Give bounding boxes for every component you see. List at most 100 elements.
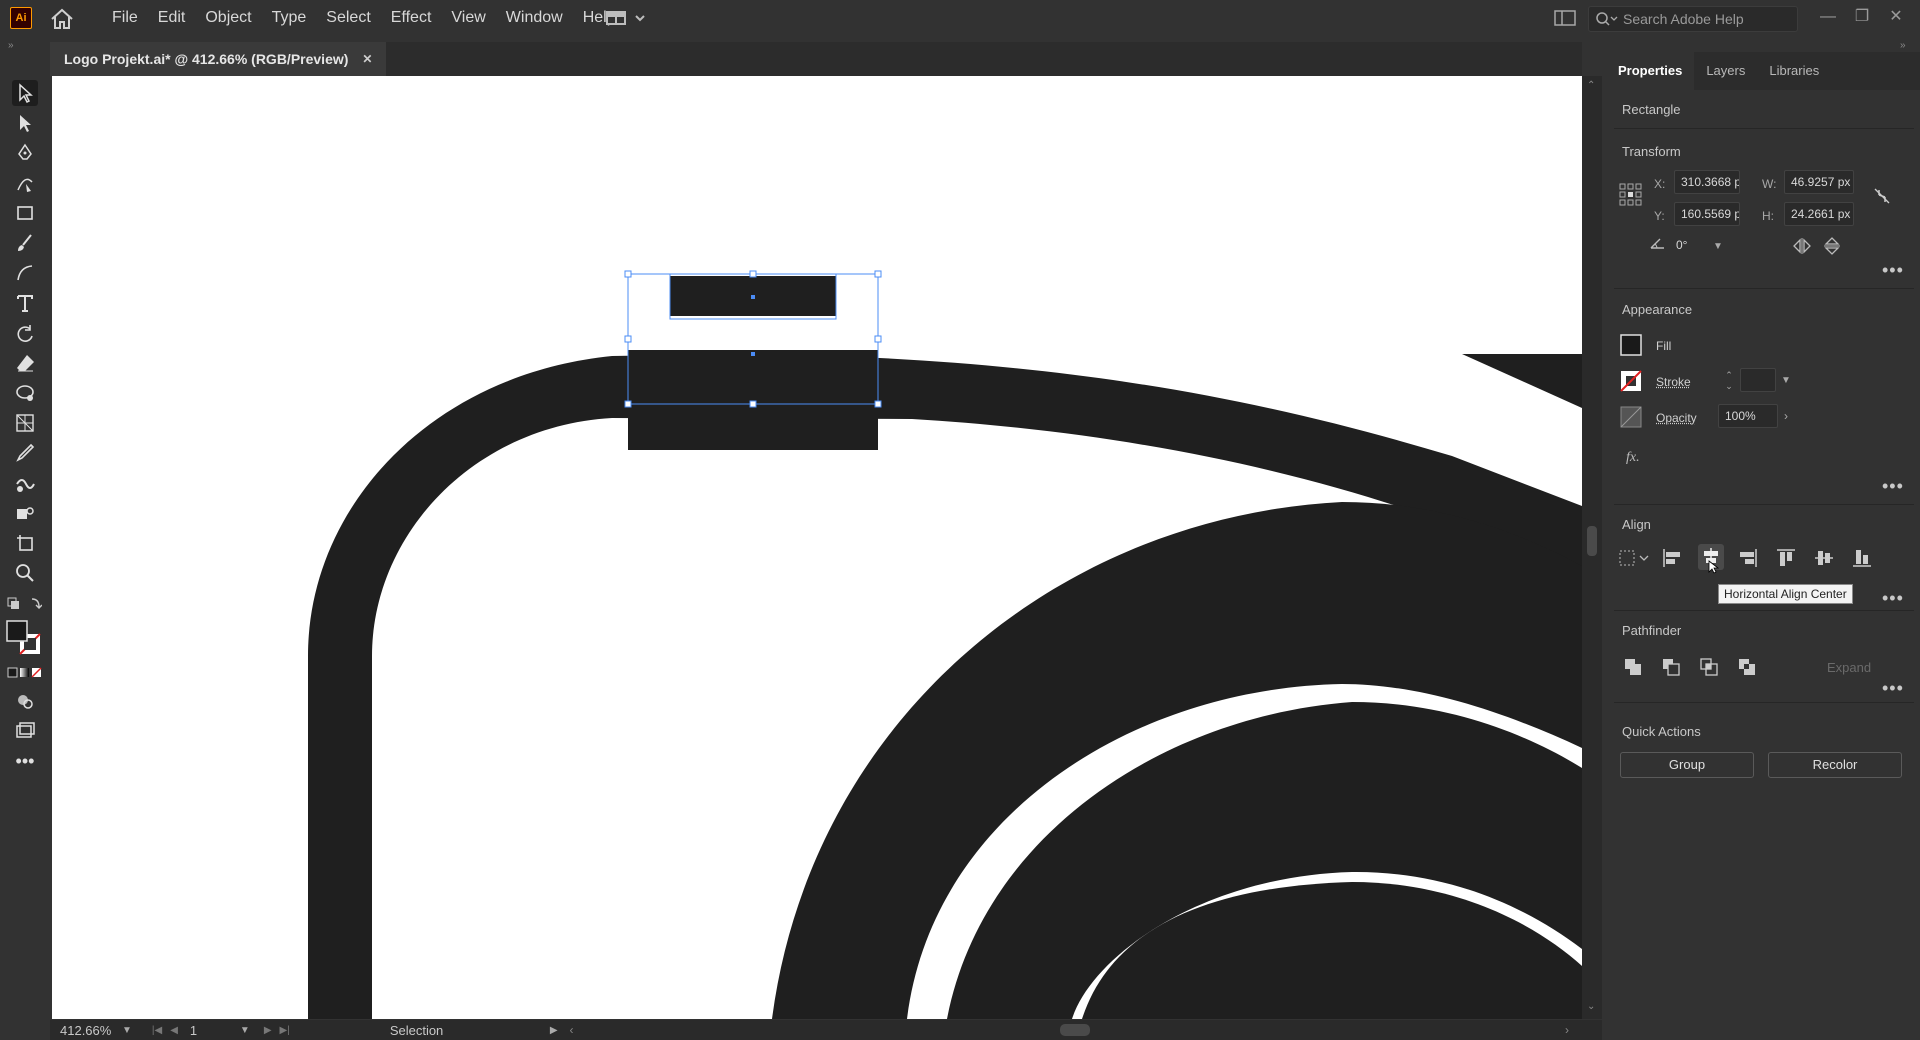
pathfinder-intersect-icon[interactable] — [1698, 656, 1720, 678]
first-artboard-icon[interactable]: |◀ — [152, 1025, 162, 1036]
width-input[interactable]: 46.9257 px — [1784, 170, 1854, 194]
draw-mode-icon[interactable] — [12, 688, 38, 714]
vertical-align-top-icon[interactable] — [1774, 546, 1798, 570]
zoom-dropdown-icon[interactable]: ▼ — [122, 1025, 132, 1036]
fx-icon[interactable]: fx. — [1626, 450, 1640, 466]
zoom-level[interactable]: 412.66% — [60, 1023, 122, 1038]
flip-horizontal-icon[interactable] — [1792, 236, 1812, 256]
menu-effect[interactable]: Effect — [381, 0, 442, 36]
menu-select[interactable]: Select — [316, 0, 380, 36]
transform-more-icon[interactable]: ••• — [1882, 260, 1904, 281]
minimize-icon[interactable]: — — [1814, 4, 1842, 30]
reference-point-icon[interactable] — [1618, 182, 1644, 208]
tab-properties[interactable]: Properties — [1606, 52, 1695, 90]
pathfinder-unite-icon[interactable] — [1622, 656, 1644, 678]
align-to-selection-icon[interactable] — [1618, 546, 1650, 570]
eraser-tool-icon[interactable] — [12, 350, 38, 376]
menu-file[interactable]: File — [102, 0, 148, 36]
menu-type[interactable]: Type — [262, 0, 317, 36]
stroke-weight-dropdown-icon[interactable]: ▼ — [1778, 372, 1794, 388]
align-title: Align — [1622, 517, 1651, 532]
prev-artboard-icon[interactable]: ◀ — [170, 1025, 178, 1036]
stroke-weight-stepper[interactable]: ⌃ ⌄ — [1722, 368, 1736, 394]
vertical-align-center-icon[interactable] — [1812, 546, 1836, 570]
search-icon — [1596, 12, 1618, 26]
pathfinder-more-icon[interactable]: ••• — [1882, 678, 1904, 699]
recolor-button[interactable]: Recolor — [1768, 752, 1902, 778]
blend-tool-icon[interactable] — [12, 470, 38, 496]
direct-selection-tool-icon[interactable] — [12, 110, 38, 136]
workspace-switcher[interactable] — [604, 9, 650, 27]
stroke-label[interactable]: Stroke — [1656, 375, 1691, 389]
type-tool-icon[interactable] — [12, 290, 38, 316]
panel-toggle-icon[interactable] — [1554, 10, 1576, 26]
curvature-tool-icon[interactable] — [12, 170, 38, 196]
artboard-canvas[interactable] — [52, 76, 1582, 1019]
status-menu-icon[interactable]: ▶ — [550, 1025, 558, 1036]
fill-swatch[interactable] — [1620, 334, 1642, 356]
stroke-swatch[interactable] — [1620, 370, 1642, 392]
toolbar-collapse-icon[interactable]: » — [8, 40, 14, 51]
scroll-up-icon[interactable]: ⌃ — [1587, 80, 1595, 91]
fill-stroke-swatch[interactable] — [6, 620, 42, 656]
close-window-icon[interactable]: ✕ — [1882, 4, 1910, 30]
next-artboard-icon[interactable]: ▶ — [264, 1025, 272, 1036]
align-more-icon[interactable]: ••• — [1882, 588, 1904, 609]
paintbrush-tool-icon[interactable] — [12, 230, 38, 256]
last-artboard-icon[interactable]: ▶| — [280, 1025, 290, 1036]
divider — [1614, 288, 1914, 289]
constrain-proportions-icon[interactable] — [1872, 186, 1892, 206]
menu-object[interactable]: Object — [195, 0, 261, 36]
pathfinder-minus-front-icon[interactable] — [1660, 656, 1682, 678]
eyedropper-tool-icon[interactable] — [12, 440, 38, 466]
opacity-label[interactable]: Opacity — [1656, 411, 1697, 425]
puppet-warp-tool-icon[interactable] — [12, 380, 38, 406]
angle-dropdown-icon[interactable]: ▼ — [1710, 238, 1726, 254]
rectangle-tool-icon[interactable] — [12, 200, 38, 226]
artboard-dropdown-icon[interactable]: ▼ — [240, 1025, 250, 1036]
horizontal-align-left-icon[interactable] — [1660, 546, 1684, 570]
menu-edit[interactable]: Edit — [148, 0, 196, 36]
color-mode-icons[interactable] — [6, 666, 42, 680]
tab-libraries[interactable]: Libraries — [1757, 52, 1831, 90]
height-input[interactable]: 24.2661 px — [1784, 202, 1854, 226]
restore-icon[interactable]: ❐ — [1848, 4, 1876, 30]
scroll-down-icon[interactable]: ⌄ — [1587, 1001, 1595, 1012]
edit-toolbar-icon[interactable]: ••• — [12, 748, 38, 774]
screen-mode-icon[interactable] — [12, 718, 38, 744]
scroll-left-icon[interactable]: ‹ — [570, 1023, 574, 1037]
home-icon[interactable] — [48, 8, 76, 30]
group-button[interactable]: Group — [1620, 752, 1754, 778]
symbol-sprayer-tool-icon[interactable] — [12, 500, 38, 526]
opacity-expand-icon[interactable]: › — [1778, 408, 1794, 424]
panel-collapse-icon[interactable]: » — [1900, 40, 1906, 51]
pen-tool-icon[interactable] — [12, 140, 38, 166]
vertical-scrollbar[interactable]: ⌃ ⌄ — [1582, 76, 1602, 1019]
artboard-tool-icon[interactable] — [12, 530, 38, 556]
zoom-tool-icon[interactable] — [12, 560, 38, 586]
menu-window[interactable]: Window — [496, 0, 573, 36]
search-input[interactable]: Search Adobe Help — [1588, 6, 1798, 32]
document-tab[interactable]: Logo Projekt.ai* @ 412.66% (RGB/Preview)… — [50, 42, 387, 76]
pathfinder-exclude-icon[interactable] — [1736, 656, 1758, 678]
horizontal-align-right-icon[interactable] — [1736, 546, 1760, 570]
artboard-number[interactable]: 1 — [190, 1023, 240, 1038]
tab-layers[interactable]: Layers — [1694, 52, 1757, 90]
appearance-more-icon[interactable]: ••• — [1882, 476, 1904, 497]
menu-view[interactable]: View — [441, 0, 495, 36]
scroll-thumb[interactable] — [1587, 526, 1597, 556]
hscroll-thumb[interactable] — [1060, 1024, 1090, 1036]
free-transform-tool-icon[interactable] — [12, 410, 38, 436]
shaper-tool-icon[interactable] — [12, 260, 38, 286]
y-input[interactable]: 160.5569 px — [1674, 202, 1740, 226]
opacity-input[interactable]: 100% — [1718, 404, 1778, 428]
flip-vertical-icon[interactable] — [1822, 236, 1842, 256]
scroll-right-icon[interactable]: › — [1565, 1023, 1569, 1037]
close-tab-icon[interactable]: ✕ — [362, 52, 372, 66]
rotate-tool-icon[interactable] — [12, 320, 38, 346]
selection-tool-icon[interactable] — [12, 80, 38, 106]
vertical-align-bottom-icon[interactable] — [1850, 546, 1874, 570]
stroke-weight-input[interactable] — [1740, 368, 1776, 392]
swap-fill-stroke-icon[interactable] — [6, 596, 43, 612]
x-input[interactable]: 310.3668 px — [1674, 170, 1740, 194]
